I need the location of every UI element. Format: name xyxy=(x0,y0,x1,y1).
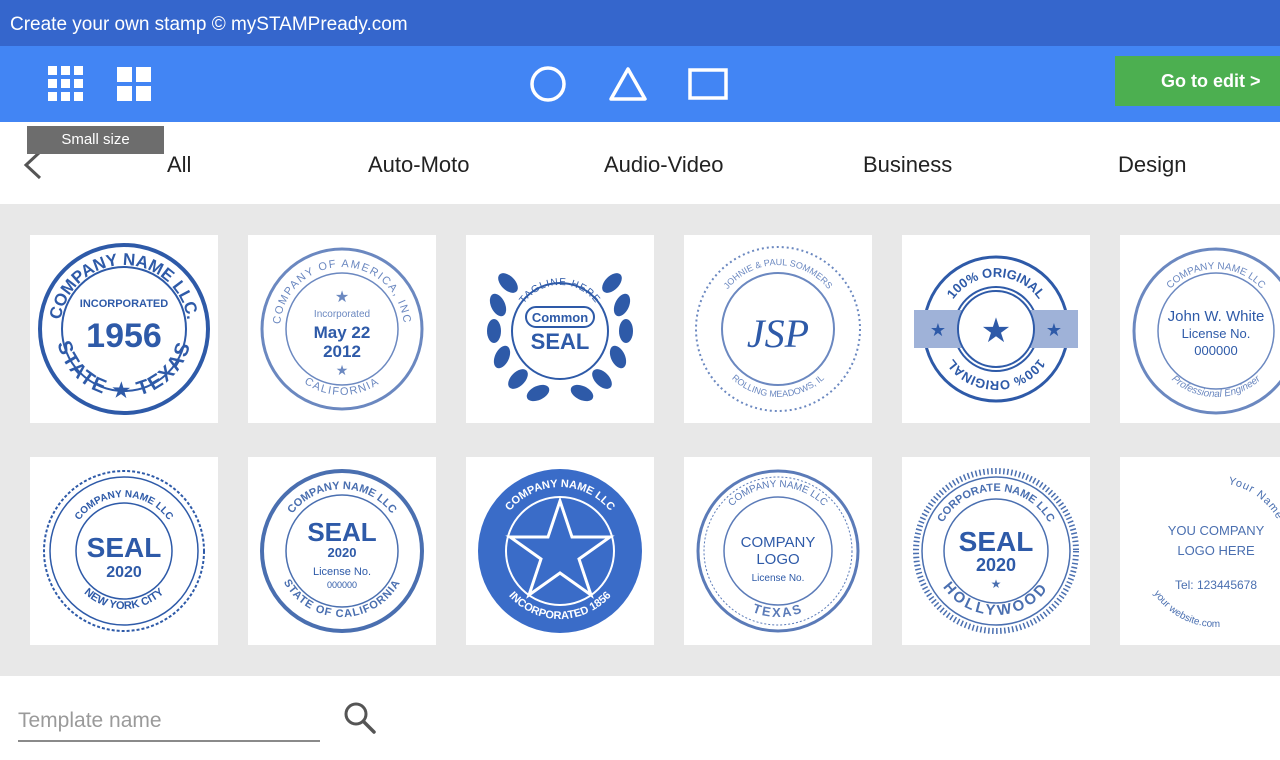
category-tabs: All Auto-Moto Audio-Video Business Desig… xyxy=(0,122,1280,204)
svg-text:your website.com: your website.com xyxy=(1151,589,1220,630)
svg-text:★: ★ xyxy=(1046,320,1062,340)
stamp-license-label: License No. xyxy=(313,566,371,578)
stamp-template-card[interactable]: COMPANY NAME LLC Professional Engineer J… xyxy=(1120,235,1280,423)
stamp-line2: 2020 xyxy=(106,564,142,581)
stamp-line1: SEAL xyxy=(87,532,162,563)
stamp-line2: 2020 xyxy=(328,545,357,560)
svg-text:COMPANY NAME LLC: COMPANY NAME LLC xyxy=(726,479,829,509)
stamp-top-text: TAGLINE HERE xyxy=(518,277,602,306)
window-title: Create your own stamp © mySTAMPready.com xyxy=(0,0,1280,46)
stamp-line1: SEAL xyxy=(307,517,376,547)
svg-text:CALIFORNIA: CALIFORNIA xyxy=(302,375,381,398)
tab-audio-video[interactable]: Audio-Video xyxy=(604,152,723,178)
stamp-template-grid: COMPANY NAME LLC. STATE ★ TEXAS INCORPOR… xyxy=(0,204,1280,676)
stamp-line2: 2020 xyxy=(976,555,1016,575)
tab-business[interactable]: Business xyxy=(863,152,952,178)
stamp-line2: LOGO xyxy=(756,551,799,568)
svg-text:TEXAS: TEXAS xyxy=(751,601,805,621)
stamp-date: May 22 xyxy=(314,323,371,342)
stamp-line2: SEAL xyxy=(531,329,590,354)
stamp-mid-text: INCORPORATED xyxy=(80,298,168,310)
stamp-template-card[interactable]: Your Name your website.com YOU COMPANY L… xyxy=(1120,457,1280,645)
stamp-mid-text: Incorporated xyxy=(314,309,370,320)
stamp-top-text: COMPANY NAME LLC xyxy=(73,489,175,522)
stamp-template-card[interactable]: COMPANY NAME LLC TEXAS COMPANY LOGO Lice… xyxy=(684,457,872,645)
stamp-template-card[interactable]: ★ ★ ★ 100% ORIGINAL 100% ORIGINAL xyxy=(902,235,1090,423)
stamp-year: 1956 xyxy=(86,317,162,355)
stamp-template-card[interactable]: COMPANY NAME LLC NEW YORK CITY SEAL 2020 xyxy=(30,457,218,645)
svg-text:★: ★ xyxy=(335,289,349,306)
svg-text:COMPANY NAME LLC.: COMPANY NAME LLC. xyxy=(46,250,202,321)
tab-design[interactable]: Design xyxy=(1118,152,1186,178)
stamp-top-text: COMPANY NAME LLC. xyxy=(46,250,202,321)
stamp-bottom-text: CALIFORNIA xyxy=(302,375,380,398)
stamp-template-card[interactable]: CORPORATE NAME LLC HOLLYWOOD SEAL 2020 ★ xyxy=(902,457,1090,645)
stamp-year: 2012 xyxy=(323,342,361,361)
svg-text:COMPANY NAME LLC: COMPANY NAME LLC xyxy=(73,489,175,522)
stamp-template-card[interactable]: JOHNIE & PAUL SOMMERS ROLLING MEADOWS, I… xyxy=(684,235,872,423)
stamp-top-text: COMPANY NAME LLC xyxy=(726,479,829,509)
svg-text:★: ★ xyxy=(336,362,349,378)
stamp-template-card[interactable]: COMPANY NAME LLC INCORPORATED 1856 xyxy=(466,457,654,645)
stamp-template-card[interactable]: COMPANY NAME LLC STATE OF CALIFORNIA SEA… xyxy=(248,457,436,645)
stamp-monogram: JSP xyxy=(747,311,809,356)
stamp-name: John W. White xyxy=(1168,308,1265,325)
svg-text:TAGLINE HERE: TAGLINE HERE xyxy=(518,277,603,306)
svg-text:Professional Engineer: Professional Engineer xyxy=(1169,373,1263,400)
stamp-phone: Tel: 123445678 xyxy=(1175,578,1257,592)
toolbar: Go to edit > xyxy=(0,46,1280,122)
go-to-edit-button[interactable]: Go to edit > xyxy=(1115,56,1280,106)
tab-auto-moto[interactable]: Auto-Moto xyxy=(368,152,470,178)
stamp-side-text: your website.com xyxy=(1151,589,1220,630)
search-bar xyxy=(0,676,1280,760)
stamp-top-text: COMPANY NAME LLC xyxy=(1165,261,1268,291)
svg-text:CORPORATE NAME LLC: CORPORATE NAME LLC xyxy=(935,482,1056,524)
stamp-license-number: 000000 xyxy=(327,580,357,590)
svg-text:★: ★ xyxy=(981,312,1011,350)
stamp-top-text: Your Name xyxy=(1227,475,1280,522)
stamp-line1: SEAL xyxy=(959,526,1034,557)
svg-text:★: ★ xyxy=(930,320,946,340)
stamp-bottom-text: Professional Engineer xyxy=(1169,373,1263,400)
triangle-shape-icon[interactable] xyxy=(608,64,648,104)
search-icon[interactable] xyxy=(342,700,378,736)
svg-text:Your Name: Your Name xyxy=(1227,475,1280,522)
stamp-license-label: License No. xyxy=(752,573,805,584)
rectangle-shape-icon[interactable] xyxy=(688,64,728,104)
tab-all[interactable]: All xyxy=(167,152,191,178)
stamp-template-card[interactable]: COMPANY NAME LLC. STATE ★ TEXAS INCORPOR… xyxy=(30,235,218,423)
stamp-line1: YOU COMPANY xyxy=(1168,523,1265,538)
svg-text:COMPANY NAME LLC: COMPANY NAME LLC xyxy=(1165,261,1268,291)
small-grid-icon[interactable] xyxy=(114,64,154,104)
stamp-license-number: 000000 xyxy=(1194,343,1237,358)
svg-text:★: ★ xyxy=(991,577,1002,591)
stamp-line1: Common xyxy=(532,310,588,325)
large-grid-icon[interactable] xyxy=(46,64,86,104)
stamp-line1: COMPANY xyxy=(741,534,816,551)
stamp-template-card[interactable]: COMPANY OF AMERICA, INC CALIFORNIA ★ Inc… xyxy=(248,235,436,423)
stamp-license-label: License No. xyxy=(1182,326,1251,341)
stamp-template-card[interactable]: TAGLINE HERE Common SEAL xyxy=(466,235,654,423)
stamp-bottom-text: TEXAS xyxy=(751,601,803,621)
template-name-input[interactable] xyxy=(18,702,320,742)
circle-shape-icon[interactable] xyxy=(528,64,568,104)
stamp-line2: LOGO HERE xyxy=(1177,543,1255,558)
stamp-top-text: CORPORATE NAME LLC xyxy=(935,482,1056,524)
size-tooltip: Small size xyxy=(27,126,164,154)
